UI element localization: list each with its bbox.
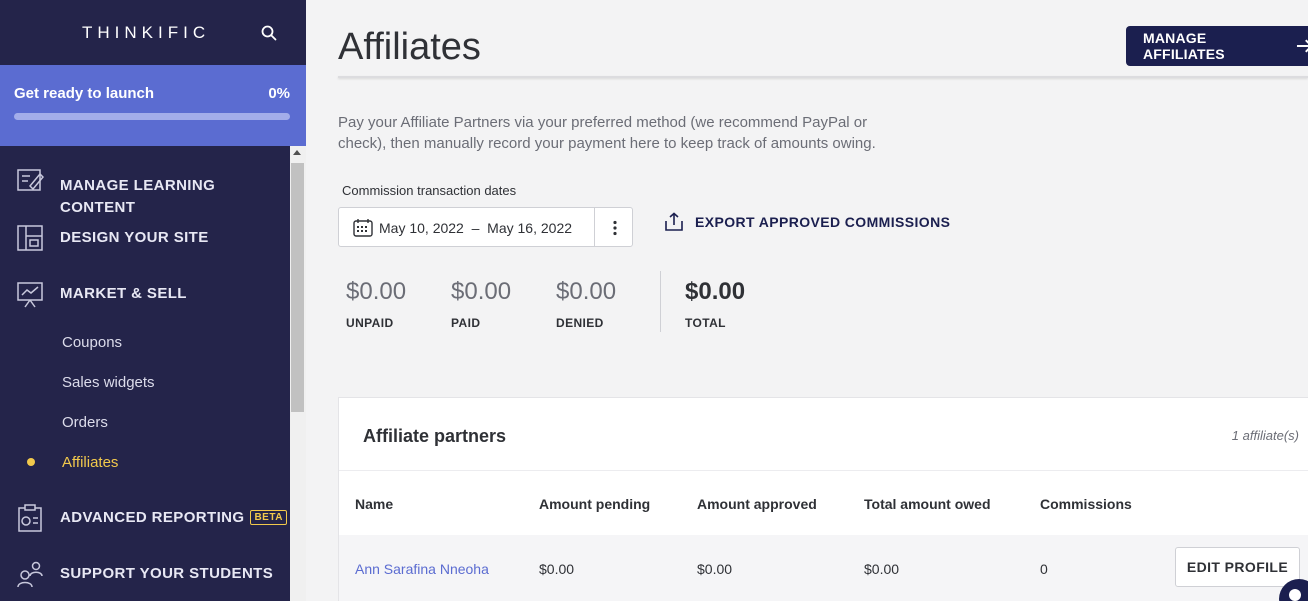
report-clipboard-icon	[18, 504, 42, 532]
stat-value: $0.00	[685, 278, 746, 305]
sidebar: THINKIFIC Get ready to launch 0% MANAGE …	[0, 0, 306, 601]
stat-label: PAID	[451, 316, 481, 330]
sidebar-subitem-orders[interactable]: Orders	[62, 414, 108, 431]
more-options-icon[interactable]	[607, 220, 623, 236]
sidebar-item-support-your-students[interactable]: SUPPORT YOUR STUDENTS	[0, 560, 290, 588]
stat-label: UNPAID	[346, 316, 394, 330]
commissions-cell: 0	[1040, 561, 1048, 577]
arrow-right-icon	[1297, 39, 1308, 53]
stat-value: $0.00	[556, 278, 617, 305]
stat-unpaid: $0.00 UNPAID	[346, 278, 406, 330]
edit-content-icon	[17, 169, 44, 191]
sidebar-subitem-affiliates[interactable]: Affiliates	[62, 454, 118, 471]
calendar-icon	[353, 219, 373, 237]
students-icon	[17, 561, 43, 588]
main-content: Affiliates MANAGE AFFILIATES Pay your Af…	[306, 0, 1308, 601]
launch-progress-bar	[14, 113, 290, 120]
manage-affiliates-button[interactable]: MANAGE AFFILIATES	[1126, 26, 1308, 66]
affiliate-count: 1 affiliate(s)	[1231, 428, 1299, 443]
sidebar-item-market-and-sell[interactable]: MARKET & SELL	[0, 280, 290, 308]
stat-value: $0.00	[451, 278, 512, 305]
sidebar-item-manage-learning-content[interactable]: MANAGE LEARNING CONTENT	[0, 160, 290, 216]
header-divider	[338, 76, 1308, 78]
amount-pending-cell: $0.00	[539, 561, 575, 577]
column-header-total-owed[interactable]: Total amount owed	[864, 496, 991, 512]
stat-paid: $0.00 PAID	[451, 278, 511, 330]
search-icon[interactable]	[261, 25, 277, 41]
sidebar-item-label: DESIGN YOUR SITE	[60, 229, 209, 246]
advanced-reporting-label: ADVANCED REPORTING	[60, 509, 245, 526]
affiliate-name-link[interactable]: Ann Sarafina Nneoha	[355, 561, 489, 577]
edit-profile-button[interactable]: EDIT PROFILE	[1175, 547, 1300, 587]
amount-approved-cell: $0.00	[697, 561, 733, 577]
launch-title: Get ready to launch	[14, 85, 155, 102]
total-owed-cell: $0.00	[864, 561, 900, 577]
sidebar-header: THINKIFIC	[0, 0, 306, 65]
sidebar-item-label: ADVANCED REPORTING BETA	[60, 507, 287, 529]
column-header-amount-pending[interactable]: Amount pending	[539, 496, 650, 512]
thinkific-logo[interactable]: THINKIFIC	[82, 23, 210, 43]
sidebar-item-label: MARKET & SELL	[60, 285, 187, 302]
export-icon	[665, 212, 683, 231]
stats-divider	[660, 271, 661, 332]
card-title: Affiliate partners	[363, 426, 507, 446]
sidebar-subitem-sales-widgets[interactable]: Sales widgets	[62, 374, 155, 391]
sidebar-item-label: SUPPORT YOUR STUDENTS	[60, 565, 274, 582]
page-description: Pay your Affiliate Partners via your pre…	[338, 114, 876, 152]
chart-presentation-icon	[17, 282, 43, 308]
page-title: Affiliates	[338, 26, 481, 68]
card-divider	[339, 470, 1308, 471]
stat-total: $0.00 TOTAL	[685, 278, 745, 330]
export-approved-commissions-link[interactable]: EXPORT APPROVED COMMISSIONS	[663, 212, 950, 232]
column-header-commissions[interactable]: Commissions	[1040, 496, 1132, 512]
layout-icon	[17, 225, 43, 251]
column-header-name[interactable]: Name	[355, 496, 393, 512]
launch-progress-panel[interactable]: Get ready to launch 0%	[0, 65, 306, 146]
commission-dates-label: Commission transaction dates	[342, 183, 517, 198]
date-range-text: May 10, 2022 – May 16, 2022	[379, 220, 573, 236]
sidebar-item-label: MANAGE LEARNING CONTENT	[60, 177, 216, 216]
stat-value: $0.00	[346, 278, 407, 305]
date-range-picker[interactable]: May 10, 2022 – May 16, 2022	[338, 207, 633, 247]
scroll-up-arrow-icon[interactable]	[293, 150, 301, 155]
manage-affiliates-label: MANAGE AFFILIATES	[1143, 30, 1225, 62]
active-indicator-dot	[27, 458, 35, 466]
export-label: EXPORT APPROVED COMMISSIONS	[695, 214, 951, 230]
stat-denied: $0.00 DENIED	[556, 278, 616, 330]
date-picker-divider	[594, 208, 595, 246]
launch-percent: 0%	[268, 85, 290, 102]
stat-label: DENIED	[556, 316, 604, 330]
sidebar-subitem-coupons[interactable]: Coupons	[62, 334, 122, 351]
column-header-amount-approved[interactable]: Amount approved	[697, 496, 817, 512]
sidebar-scrollbar-thumb[interactable]	[291, 163, 304, 412]
sidebar-item-advanced-reporting[interactable]: ADVANCED REPORTING BETA	[0, 504, 290, 532]
beta-badge: BETA	[250, 510, 287, 525]
sidebar-item-design-your-site[interactable]: DESIGN YOUR SITE	[0, 224, 290, 252]
affiliate-partners-card: Affiliate partners 1 affiliate(s) Name A…	[338, 397, 1308, 601]
sidebar-nav: MANAGE LEARNING CONTENT DESIGN YOUR SITE…	[0, 146, 290, 601]
stat-label: TOTAL	[685, 316, 726, 330]
